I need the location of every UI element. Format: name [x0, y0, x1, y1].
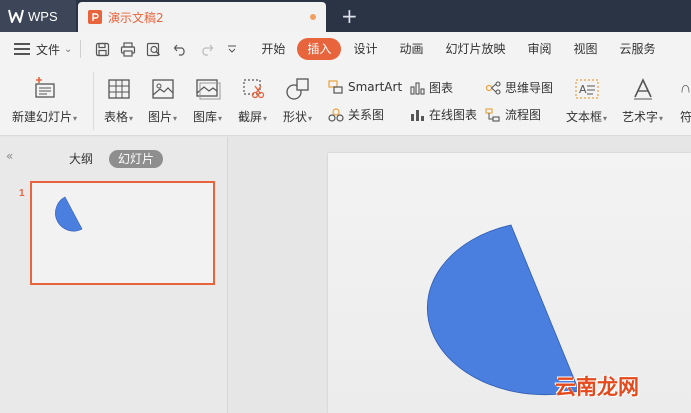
print-icon[interactable] [115, 38, 141, 60]
gallery-button[interactable]: 图库▾ [193, 76, 222, 125]
wordart-label: 艺术字 [622, 110, 659, 124]
chevron-down-icon[interactable]: ⌄ [64, 44, 72, 55]
tab-cloud-service[interactable]: 云服务 [610, 38, 666, 60]
new-tab-button[interactable]: + [341, 6, 358, 26]
tab-view[interactable]: 视图 [564, 38, 608, 60]
print-preview-icon[interactable] [141, 38, 167, 60]
smartart-label: SmartArt [348, 80, 403, 94]
document-title: 演示文稿2 [108, 10, 164, 25]
table-icon [106, 76, 132, 102]
textbox-icon: A [574, 76, 600, 102]
tab-home[interactable]: 开始 [251, 38, 295, 60]
svg-text:A: A [579, 83, 587, 96]
divider [93, 72, 94, 130]
textbox-label: 文本框 [566, 110, 603, 124]
collapse-panel-icon[interactable]: « [6, 149, 13, 163]
online-chart-icon [408, 107, 426, 123]
mindmap-button[interactable]: 思维导图 [484, 79, 553, 96]
tab-insert[interactable]: 插入 [297, 38, 342, 60]
slide-thumbnail[interactable] [30, 181, 215, 285]
picture-button[interactable]: 图片▾ [148, 76, 177, 125]
divider [80, 40, 82, 58]
table-button[interactable]: 表格▾ [104, 76, 133, 125]
tab-slideshow[interactable]: 幻灯片放映 [435, 38, 515, 60]
ribbon-insert: 新建幻灯片▾ 表格▾ 图片▾ 图库▾ 截屏▾ 形状▾ SmartArt 关系图 … [0, 66, 691, 136]
file-menu[interactable]: 文件 [36, 41, 60, 58]
customize-toolbar-icon[interactable] [219, 38, 245, 60]
screenshot-button[interactable]: 截屏▾ [238, 76, 267, 125]
relation-chart-label: 关系图 [348, 108, 385, 122]
smartart-icon [327, 79, 345, 95]
watermark-text: 云南龙网 [555, 375, 639, 399]
table-label: 表格 [104, 110, 129, 124]
document-tab[interactable]: 演示文稿2 [78, 2, 326, 32]
app-name: WPS [28, 8, 58, 24]
save-icon[interactable] [89, 38, 115, 60]
shape-button[interactable]: 形状▾ [283, 76, 312, 125]
symbol-label: 符 [680, 110, 691, 124]
slide-number: 1 [19, 188, 25, 199]
tab-design[interactable]: 设计 [343, 38, 387, 60]
wordart-icon [630, 76, 656, 102]
picture-icon [150, 76, 176, 102]
chart-button[interactable]: 图表 [408, 79, 453, 96]
gallery-icon [195, 76, 221, 102]
symbol-button[interactable]: 符 [680, 76, 691, 125]
tab-review[interactable]: 审阅 [517, 38, 561, 60]
menu-bar: 文件 ⌄ 开始 插入 设计 动画 幻灯片放映 审阅 视图 云服务 [0, 32, 691, 66]
wps-home-tab[interactable]: WPS [0, 0, 76, 32]
thumbnail-pie-sector [55, 196, 83, 232]
wps-logo-icon [8, 9, 24, 23]
slides-panel: « 大纲 幻灯片 1 [0, 137, 228, 413]
tab-animation[interactable]: 动画 [389, 38, 433, 60]
online-chart-button[interactable]: 在线图表 [408, 106, 477, 123]
flowchart-button[interactable]: 流程图 [484, 106, 541, 123]
presentation-file-icon [88, 10, 102, 24]
wordart-button[interactable]: 艺术字▾ [622, 76, 663, 125]
screenshot-label: 截屏 [238, 110, 263, 124]
tab-slides[interactable]: 幻灯片 [109, 150, 164, 168]
shape-label: 形状 [283, 110, 308, 124]
gallery-label: 图库 [193, 110, 218, 124]
picture-label: 图片 [148, 110, 173, 124]
bar-chart-icon [408, 80, 426, 96]
textbox-button[interactable]: A 文本框▾ [566, 76, 607, 125]
relation-chart-button[interactable]: 关系图 [327, 106, 384, 123]
flowchart-label: 流程图 [505, 108, 542, 122]
redo-icon[interactable] [193, 38, 219, 60]
chart-label: 图表 [429, 81, 454, 95]
online-chart-label: 在线图表 [429, 108, 478, 122]
new-slide-label: 新建幻灯片 [12, 110, 73, 124]
hamburger-menu-icon[interactable] [14, 43, 30, 55]
mindmap-label: 思维导图 [505, 81, 554, 95]
screenshot-icon [240, 76, 266, 102]
tab-outline[interactable]: 大纲 [60, 150, 102, 168]
symbol-icon [680, 76, 691, 102]
new-slide-button[interactable]: 新建幻灯片▾ [12, 76, 77, 125]
mindmap-icon [484, 80, 502, 96]
flowchart-icon [484, 107, 502, 123]
undo-icon[interactable] [167, 38, 193, 60]
new-slide-icon [32, 76, 58, 102]
smartart-button[interactable]: SmartArt [327, 79, 402, 95]
unsaved-indicator-icon [310, 14, 316, 20]
shape-icon [285, 76, 311, 102]
title-bar: WPS 演示文稿2 + [0, 0, 691, 32]
relation-chart-icon [327, 107, 345, 123]
